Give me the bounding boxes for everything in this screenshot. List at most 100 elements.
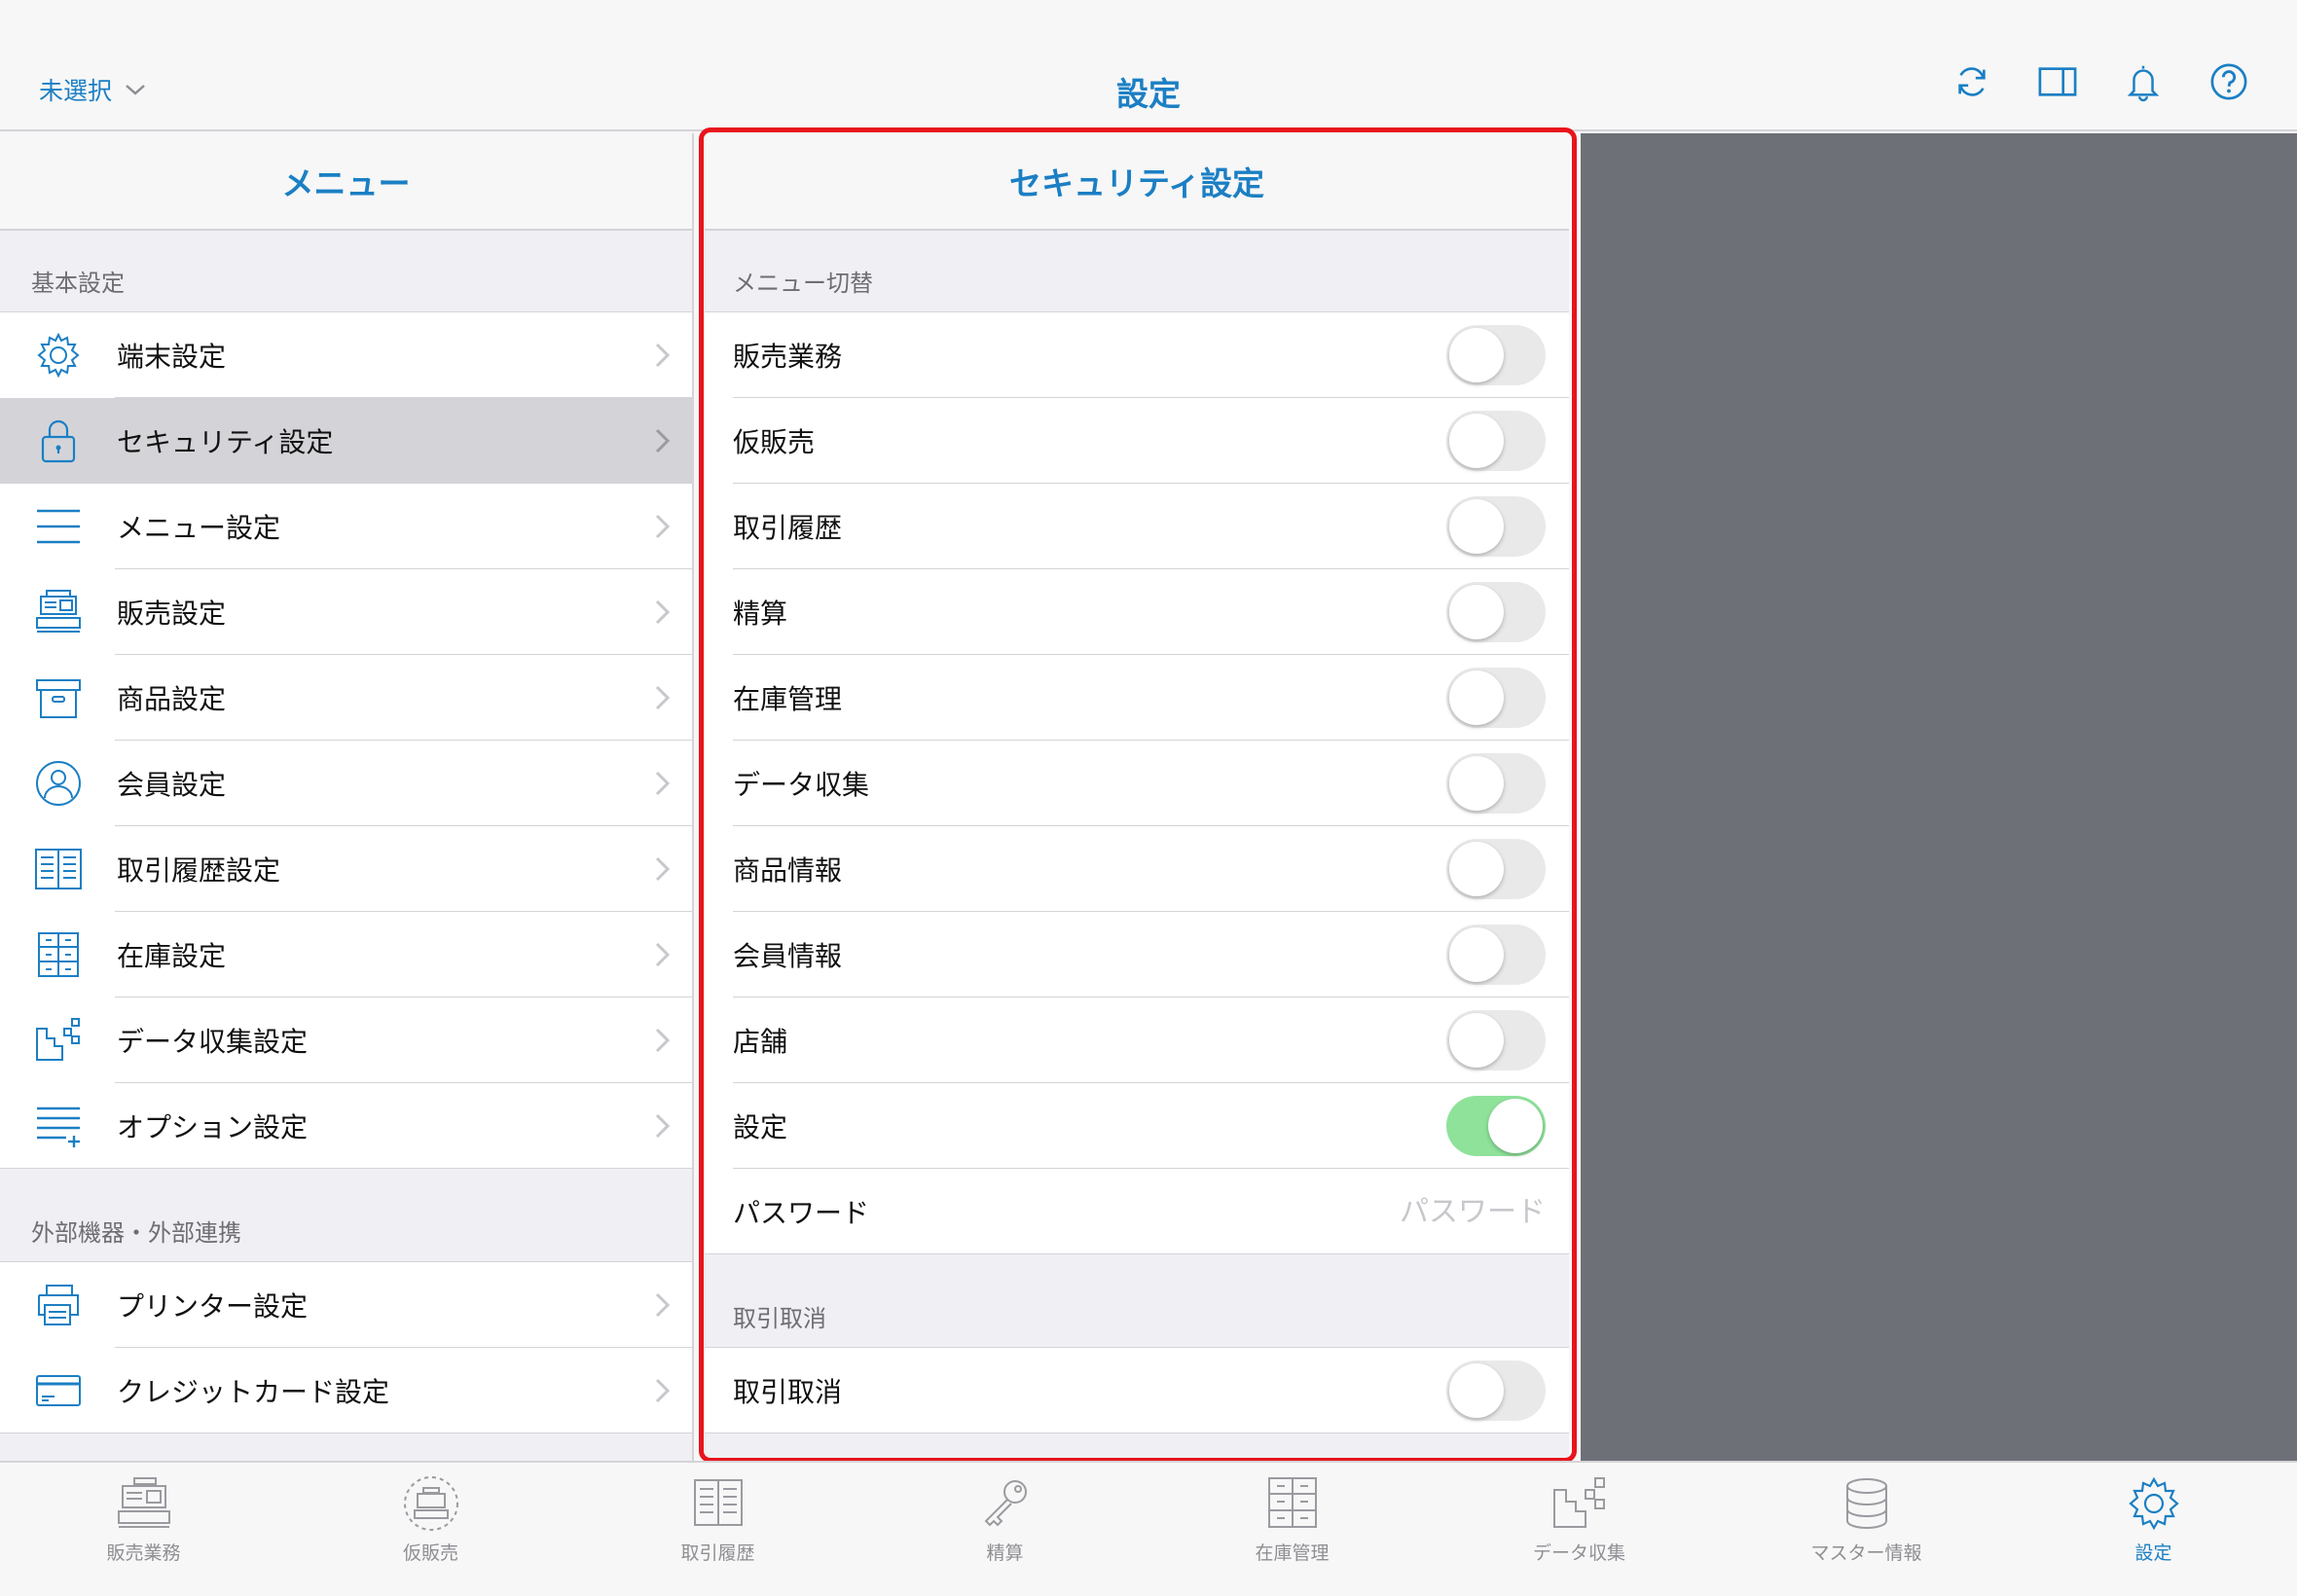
toggle-label: 設定	[733, 1111, 788, 1143]
menu-item-sales[interactable]: 販売設定	[0, 569, 692, 655]
sync-button[interactable]	[1952, 62, 1991, 101]
tab-label: 設定	[2134, 1542, 2172, 1564]
toggle-switch[interactable]	[1446, 839, 1546, 899]
toggle-label: 在庫管理	[733, 683, 843, 715]
menu-switch-list: 販売業務 仮販売 取引履歴 精算 在庫管理 データ収集 商品情報 会員情報 店舗…	[705, 312, 1569, 1254]
tab-temp-sales[interactable]: 仮販売	[287, 1463, 574, 1596]
menu-item-credit-card[interactable]: クレジットカード設定	[0, 1348, 692, 1433]
register-icon	[36, 590, 81, 633]
tab-inventory[interactable]: 在庫管理	[1148, 1463, 1436, 1596]
menu-item-inventory[interactable]: 在庫設定	[0, 912, 692, 998]
toggle-label: 会員情報	[733, 940, 843, 972]
chevron-down-icon	[126, 85, 145, 95]
menu-item-transaction-history[interactable]: 取引履歴設定	[0, 826, 692, 912]
menu-item-members[interactable]: 会員設定	[0, 741, 692, 826]
toggle-row: 会員情報	[705, 912, 1569, 998]
toggle-knob	[1449, 671, 1504, 725]
menu-item-label: 取引履歴設定	[117, 854, 281, 887]
toggle-switch[interactable]	[1446, 496, 1546, 557]
tab-label: 取引履歴	[680, 1542, 755, 1564]
toggle-row: データ収集	[705, 741, 1569, 826]
shelf-icon	[38, 932, 79, 977]
toggle-knob	[1449, 414, 1504, 468]
menu-item-options[interactable]: オプション設定	[0, 1083, 692, 1169]
split-view-button[interactable]	[2038, 62, 2077, 101]
menu-item-security[interactable]: セキュリティ設定	[0, 398, 692, 484]
chevron-right-icon	[655, 343, 671, 368]
toggle-switch[interactable]	[1446, 1096, 1546, 1156]
sync-icon	[1958, 67, 1986, 96]
tab-data-collection[interactable]: データ収集	[1436, 1463, 1723, 1596]
chevron-right-icon	[655, 599, 671, 625]
tab-transaction-history[interactable]: 取引履歴	[574, 1463, 861, 1596]
book-icon	[693, 1479, 743, 1526]
toggle-label: 販売業務	[733, 341, 843, 373]
data-collect-icon	[36, 1018, 80, 1061]
toggle-label: 精算	[733, 598, 788, 630]
printer-icon	[38, 1285, 79, 1325]
security-settings-pane: セキュリティ設定 メニュー切替 販売業務 仮販売 取引履歴 精算 在庫管理 デー…	[705, 133, 1569, 1461]
toggle-row: 店舗	[705, 998, 1569, 1083]
toggle-row: 仮販売	[705, 398, 1569, 484]
menu-item-printer[interactable]: プリンター設定	[0, 1262, 692, 1348]
store-select-dropdown[interactable]: 未選択	[39, 72, 147, 107]
toggle-switch[interactable]	[1446, 325, 1546, 385]
chevron-right-icon	[655, 1378, 671, 1403]
toggle-label: データ収集	[733, 769, 870, 801]
chevron-right-icon	[655, 771, 671, 796]
toggle-row: 在庫管理	[705, 655, 1569, 741]
toggle-switch[interactable]	[1446, 582, 1546, 642]
toggle-knob	[1449, 585, 1504, 639]
key-icon	[984, 1480, 1027, 1527]
toggle-knob	[1449, 842, 1504, 896]
tab-label: 販売業務	[106, 1542, 181, 1564]
help-button[interactable]	[2209, 62, 2248, 101]
toggle-label: 取引取消	[733, 1376, 843, 1408]
toggle-row: 設定	[705, 1083, 1569, 1169]
notification-button[interactable]	[2124, 62, 2163, 102]
tab-settlement[interactable]: 精算	[861, 1463, 1148, 1596]
toggle-row: 商品情報	[705, 826, 1569, 912]
tab-sales[interactable]: 販売業務	[0, 1463, 287, 1596]
option-list-icon	[37, 1106, 80, 1147]
menu-item-menu-settings[interactable]: メニュー設定	[0, 484, 692, 569]
menu-item-label: オプション設定	[117, 1111, 309, 1143]
menu-item-terminal[interactable]: 端末設定	[0, 312, 692, 398]
menu-item-products[interactable]: 商品設定	[0, 655, 692, 741]
tab-label: 仮販売	[402, 1542, 458, 1564]
toggle-knob	[1449, 927, 1504, 982]
chevron-right-icon	[655, 514, 671, 539]
transaction-cancel-list: 取引取消	[705, 1348, 1569, 1433]
menu-item-data-collection[interactable]: データ収集設定	[0, 998, 692, 1083]
register-icon	[117, 1477, 170, 1528]
tab-label: データ収集	[1532, 1542, 1625, 1564]
chevron-right-icon	[655, 428, 671, 453]
toggle-switch[interactable]	[1446, 925, 1546, 985]
menu-lines-icon	[37, 509, 80, 544]
menu-item-label: セキュリティ設定	[117, 426, 334, 458]
toggle-switch[interactable]	[1446, 411, 1546, 471]
toggle-knob	[1449, 499, 1504, 554]
bell-icon	[2127, 65, 2160, 102]
toggle-row: 販売業務	[705, 312, 1569, 398]
password-input[interactable]	[1234, 1187, 1546, 1236]
section-transaction-cancel: 取引取消	[705, 1254, 1569, 1348]
lock-icon	[41, 419, 76, 463]
toggle-row: 取引取消	[705, 1348, 1569, 1433]
top-bar: 未選択 設定	[0, 0, 2297, 131]
toggle-knob	[1449, 1363, 1504, 1418]
menu-item-label: 端末設定	[117, 341, 227, 373]
menu-item-label: プリンター設定	[117, 1290, 309, 1323]
toggle-knob	[1449, 328, 1504, 382]
toggle-label: 仮販売	[733, 426, 816, 458]
store-select-label: 未選択	[39, 77, 113, 105]
toggle-switch[interactable]	[1446, 753, 1546, 814]
tab-master-info[interactable]: マスター情報	[1723, 1463, 2010, 1596]
toggle-switch[interactable]	[1446, 1360, 1546, 1421]
toggle-switch[interactable]	[1446, 668, 1546, 728]
chevron-right-icon	[655, 685, 671, 710]
toggle-label: 商品情報	[733, 854, 843, 887]
toggle-switch[interactable]	[1446, 1010, 1546, 1070]
toggle-knob	[1449, 1013, 1504, 1068]
tab-settings[interactable]: 設定	[2010, 1463, 2297, 1596]
